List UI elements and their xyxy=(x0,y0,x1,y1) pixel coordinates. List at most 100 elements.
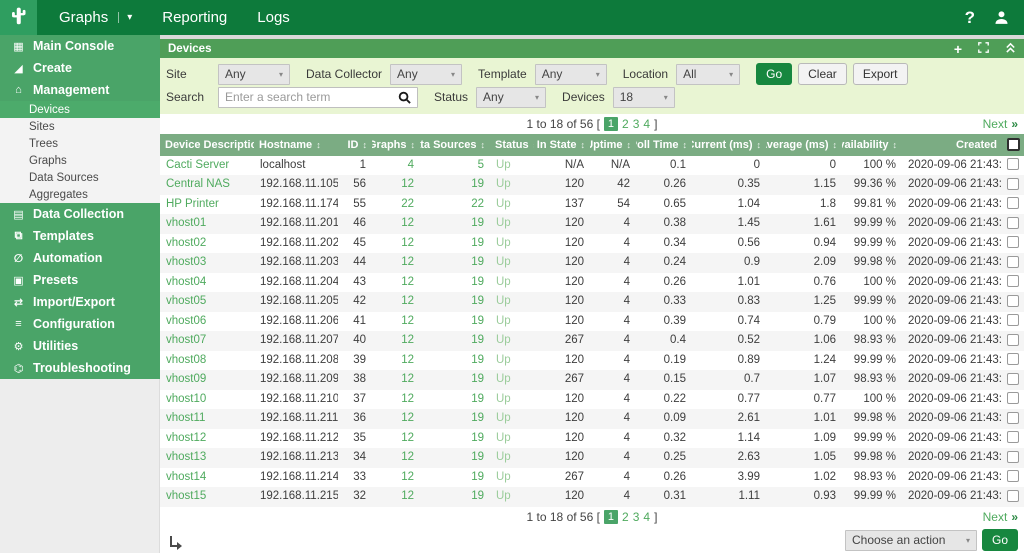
cell-description[interactable]: vhost13 xyxy=(160,448,254,468)
chevron-down-icon[interactable]: ▾ xyxy=(118,12,132,23)
row-checkbox[interactable] xyxy=(1007,412,1019,424)
page-link-1[interactable]: 1 xyxy=(604,510,618,524)
cell-description[interactable]: vhost11 xyxy=(160,409,254,429)
cell-data_sources[interactable]: 19 xyxy=(420,234,490,254)
cell-graphs[interactable]: 12 xyxy=(372,312,420,332)
column-header-poll-time[interactable]: Poll Time↕ xyxy=(636,134,692,156)
row-checkbox[interactable] xyxy=(1007,451,1019,463)
cell-data_sources[interactable]: 19 xyxy=(420,409,490,429)
cell-description[interactable]: vhost01 xyxy=(160,214,254,234)
column-header-uptime[interactable]: Uptime↕ xyxy=(590,134,636,156)
cell-description[interactable]: vhost06 xyxy=(160,312,254,332)
location-select[interactable]: All▾ xyxy=(676,64,740,85)
sidebar-item-templates[interactable]: ⧉Templates xyxy=(0,225,160,247)
column-header-availability[interactable]: Availability↕ xyxy=(842,134,902,156)
cell-description[interactable]: Central NAS xyxy=(160,175,254,195)
cell-data_sources[interactable]: 19 xyxy=(420,370,490,390)
export-button[interactable]: Export xyxy=(853,63,908,85)
row-checkbox[interactable] xyxy=(1007,431,1019,443)
page-link-1[interactable]: 1 xyxy=(604,117,618,131)
cell-description[interactable]: vhost08 xyxy=(160,351,254,371)
clear-button[interactable]: Clear xyxy=(798,63,847,85)
column-header-hostname[interactable]: Hostname↕ xyxy=(254,134,338,156)
cell-description[interactable]: vhost12 xyxy=(160,429,254,449)
page-link-4[interactable]: 4 xyxy=(643,510,650,524)
sidebar-item-troubleshooting[interactable]: ⌬Troubleshooting xyxy=(0,357,160,379)
action-go-button[interactable]: Go xyxy=(982,529,1018,551)
cell-graphs[interactable]: 12 xyxy=(372,273,420,293)
choose-action-select[interactable]: Choose an action▾ xyxy=(845,530,977,551)
row-checkbox[interactable] xyxy=(1007,197,1019,209)
cell-description[interactable]: HP Printer xyxy=(160,195,254,215)
column-header-graphs[interactable]: Graphs↕ xyxy=(372,134,420,156)
cell-description[interactable]: vhost10 xyxy=(160,390,254,410)
add-device-icon[interactable]: + xyxy=(954,42,962,56)
cell-graphs[interactable]: 12 xyxy=(372,175,420,195)
cell-data_sources[interactable]: 19 xyxy=(420,390,490,410)
sidebar-subitem-aggregates[interactable]: Aggregates xyxy=(0,186,160,203)
cell-description[interactable]: vhost03 xyxy=(160,253,254,273)
column-header-data-sources[interactable]: Data Sources↕ xyxy=(420,134,490,156)
row-checkbox[interactable] xyxy=(1007,295,1019,307)
cell-data_sources[interactable]: 19 xyxy=(420,429,490,449)
cell-description[interactable]: vhost07 xyxy=(160,331,254,351)
next-page-link[interactable]: Next » xyxy=(983,114,1018,134)
row-checkbox[interactable] xyxy=(1007,334,1019,346)
column-header-in-state[interactable]: In State↕ xyxy=(534,134,590,156)
site-select[interactable]: Any▾ xyxy=(218,64,290,85)
column-header-status[interactable]: Status↕ xyxy=(490,134,534,156)
search-input[interactable] xyxy=(225,90,398,104)
cell-description[interactable]: vhost15 xyxy=(160,487,254,507)
row-checkbox[interactable] xyxy=(1007,256,1019,268)
cell-data_sources[interactable]: 19 xyxy=(420,468,490,488)
sidebar-subitem-sites[interactable]: Sites xyxy=(0,118,160,135)
row-checkbox[interactable] xyxy=(1007,392,1019,404)
cell-graphs[interactable]: 12 xyxy=(372,331,420,351)
template-select[interactable]: Any▾ xyxy=(535,64,607,85)
cell-graphs[interactable]: 12 xyxy=(372,429,420,449)
cell-graphs[interactable]: 12 xyxy=(372,351,420,371)
cell-graphs[interactable]: 4 xyxy=(372,156,420,176)
column-header-created[interactable]: Created xyxy=(902,134,1002,156)
sidebar-item-management[interactable]: ⌂Management xyxy=(0,79,160,101)
sidebar-item-create[interactable]: ◢Create xyxy=(0,57,160,79)
tab-logs[interactable]: Logs xyxy=(257,9,290,26)
cell-graphs[interactable]: 12 xyxy=(372,253,420,273)
user-icon[interactable] xyxy=(993,9,1010,26)
cell-graphs[interactable]: 12 xyxy=(372,390,420,410)
devices-per-page-select[interactable]: 18▾ xyxy=(613,87,675,108)
cell-graphs[interactable]: 12 xyxy=(372,468,420,488)
cell-description[interactable]: vhost02 xyxy=(160,234,254,254)
sidebar-item-configuration[interactable]: ≡Configuration xyxy=(0,313,160,335)
cell-data_sources[interactable]: 19 xyxy=(420,253,490,273)
help-icon[interactable]: ? xyxy=(965,8,975,28)
page-link-2[interactable]: 2 xyxy=(622,510,629,524)
sidebar-subitem-data-sources[interactable]: Data Sources xyxy=(0,169,160,186)
sidebar-subitem-graphs[interactable]: Graphs xyxy=(0,152,160,169)
status-select[interactable]: Any▾ xyxy=(476,87,546,108)
sidebar-item-automation[interactable]: ∅Automation xyxy=(0,247,160,269)
cell-data_sources[interactable]: 19 xyxy=(420,351,490,371)
row-checkbox[interactable] xyxy=(1007,353,1019,365)
sidebar-item-import-export[interactable]: ⇄Import/Export xyxy=(0,291,160,313)
page-link-4[interactable]: 4 xyxy=(643,117,650,131)
data-collector-select[interactable]: Any▾ xyxy=(390,64,462,85)
column-header-id[interactable]: ID↕ xyxy=(338,134,372,156)
row-checkbox[interactable] xyxy=(1007,275,1019,287)
cell-data_sources[interactable]: 19 xyxy=(420,214,490,234)
cell-graphs[interactable]: 12 xyxy=(372,409,420,429)
cell-graphs[interactable]: 12 xyxy=(372,214,420,234)
select-all-checkbox[interactable] xyxy=(1007,138,1020,151)
page-link-3[interactable]: 3 xyxy=(633,510,640,524)
page-link-3[interactable]: 3 xyxy=(633,117,640,131)
cell-data_sources[interactable]: 22 xyxy=(420,195,490,215)
cell-data_sources[interactable]: 19 xyxy=(420,312,490,332)
collapse-panel-icon[interactable] xyxy=(1005,42,1016,56)
row-checkbox[interactable] xyxy=(1007,178,1019,190)
page-link-2[interactable]: 2 xyxy=(622,117,629,131)
sidebar-subitem-trees[interactable]: Trees xyxy=(0,135,160,152)
sidebar-item-main-console[interactable]: ▦Main Console xyxy=(0,35,160,57)
row-checkbox[interactable] xyxy=(1007,373,1019,385)
tab-graphs[interactable]: Graphs▾ xyxy=(59,9,132,26)
cell-graphs[interactable]: 12 xyxy=(372,292,420,312)
